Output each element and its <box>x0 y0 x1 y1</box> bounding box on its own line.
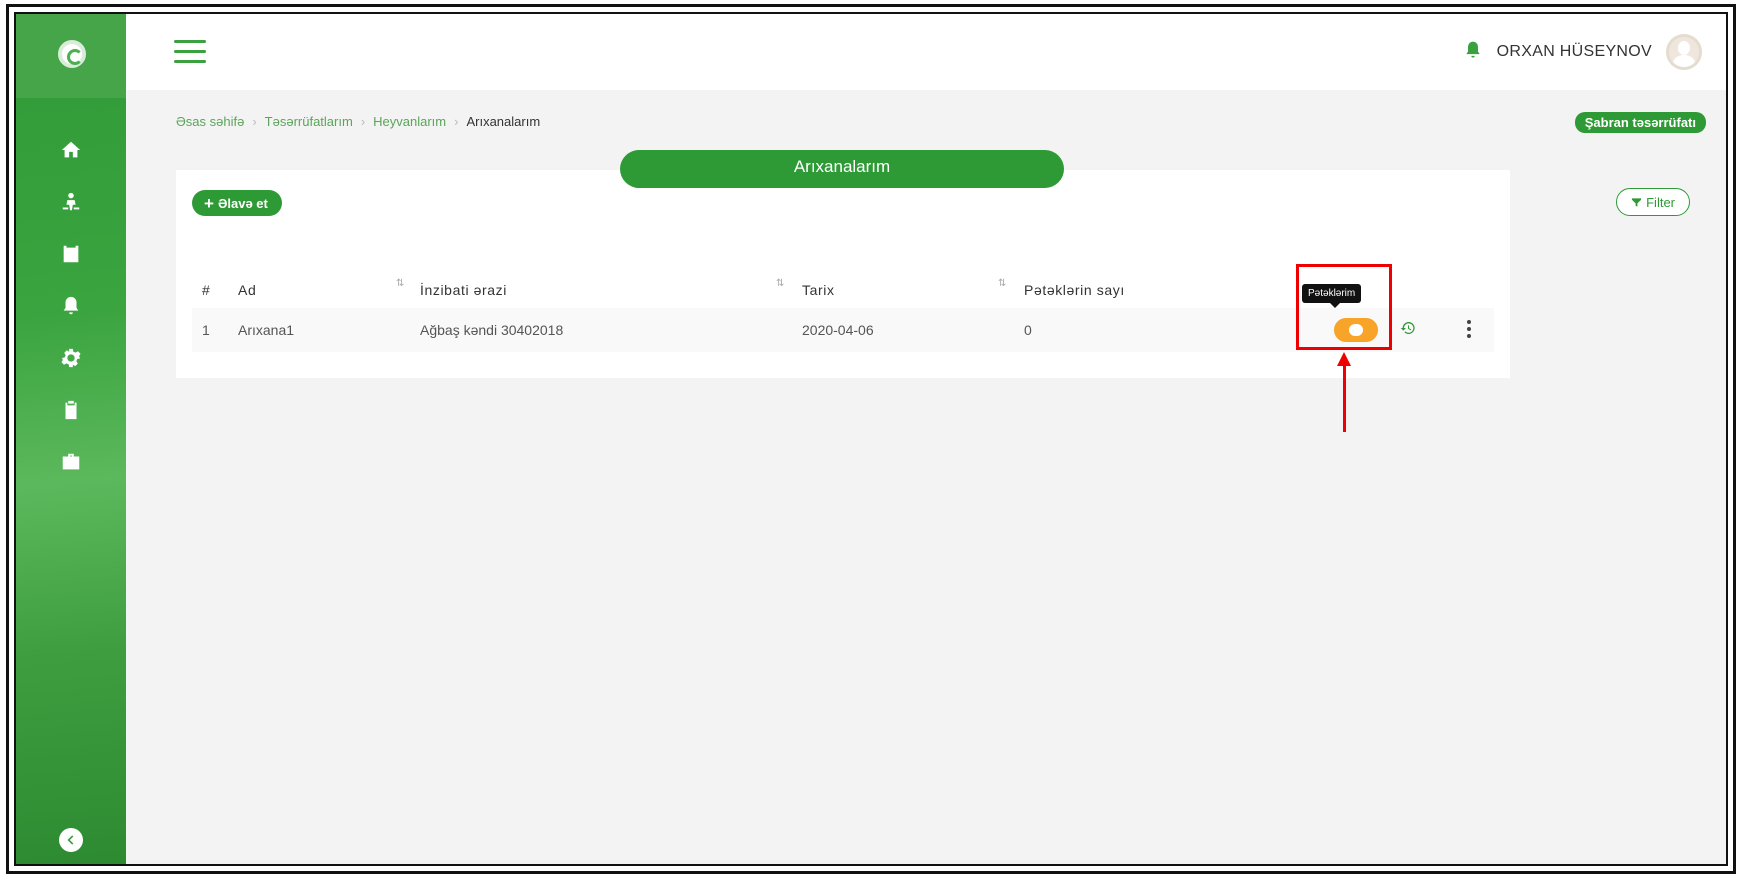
breadcrumb-current: Arıxanalarım <box>466 114 541 129</box>
col-header-name[interactable]: Ad <box>238 272 256 308</box>
sidebar-item-business[interactable] <box>16 436 126 488</box>
breadcrumb-home[interactable]: Əsas səhifə <box>176 114 244 129</box>
home-icon <box>61 141 81 158</box>
breadcrumb-farms[interactable]: Təsərrüfatlarım <box>265 114 353 129</box>
sidebar-collapse-button[interactable] <box>59 828 83 852</box>
sidebar <box>16 14 126 864</box>
sidebar-item-notifications[interactable] <box>16 280 126 332</box>
gear-icon <box>61 348 81 368</box>
sort-icon[interactable]: ⇅ <box>396 278 405 289</box>
plus-icon: + <box>204 193 214 213</box>
sidebar-item-calendar[interactable] <box>16 228 126 280</box>
menu-toggle-icon[interactable] <box>174 40 206 64</box>
farmer-icon <box>62 192 80 211</box>
highlight-arrow <box>1337 352 1351 432</box>
add-button-label: Əlavə et <box>217 195 268 211</box>
calendar-icon <box>63 245 79 263</box>
cell-date: 2020-04-06 <box>802 322 874 338</box>
cell-area: Ağbaş kəndi 30402018 <box>420 322 564 338</box>
notification-bell-icon[interactable] <box>1463 40 1483 65</box>
more-options-icon[interactable] <box>1464 320 1474 340</box>
highlight-box <box>1296 264 1392 350</box>
sidebar-item-reports[interactable] <box>16 384 126 436</box>
user-name[interactable]: ORXAN HÜSEYNOV <box>1497 43 1652 61</box>
sidebar-nav <box>16 124 126 488</box>
filter-button[interactable]: Filter <box>1616 188 1690 216</box>
sort-icon[interactable]: ⇅ <box>776 278 785 289</box>
col-header-num: # <box>202 282 211 298</box>
briefcase-icon <box>62 453 80 470</box>
bell-icon <box>63 296 79 315</box>
col-header-date[interactable]: Tarix <box>802 272 835 308</box>
page-title: Arıxanalarım <box>620 150 1064 188</box>
app-window: ORXAN HÜSEYNOV Əsas səhifə › Təsərrüfatl… <box>14 12 1728 866</box>
add-button[interactable]: + Əlavə et <box>192 190 282 216</box>
sidebar-item-settings[interactable] <box>16 332 126 384</box>
history-icon[interactable] <box>1400 320 1418 338</box>
cell-name: Arıxana1 <box>238 322 295 338</box>
breadcrumb: Əsas səhifə › Təsərrüfatlarım › Heyvanla… <box>176 114 541 129</box>
sort-icon[interactable]: ⇅ <box>998 278 1007 289</box>
col-header-hive-count[interactable]: Pətəklərin sayı <box>1024 272 1125 308</box>
cell-hive-count: 0 <box>1024 322 1032 338</box>
col-header-area[interactable]: İnzibati ərazi <box>420 272 507 308</box>
sidebar-item-home[interactable] <box>16 124 126 176</box>
filter-icon <box>1632 197 1642 207</box>
app-logo[interactable] <box>58 40 86 68</box>
cell-num: 1 <box>202 322 210 338</box>
user-area: ORXAN HÜSEYNOV <box>1463 34 1702 70</box>
filter-button-label: Filter <box>1646 194 1675 210</box>
arrow-left-icon <box>67 835 74 845</box>
avatar[interactable] <box>1666 34 1702 70</box>
top-header: ORXAN HÜSEYNOV <box>126 14 1726 90</box>
sidebar-item-farmer[interactable] <box>16 176 126 228</box>
farm-badge[interactable]: Şabran təsərrüfatı <box>1574 112 1706 133</box>
sidebar-header <box>16 14 126 98</box>
clipboard-icon <box>65 400 77 420</box>
breadcrumb-animals[interactable]: Heyvanlarım <box>373 114 446 129</box>
